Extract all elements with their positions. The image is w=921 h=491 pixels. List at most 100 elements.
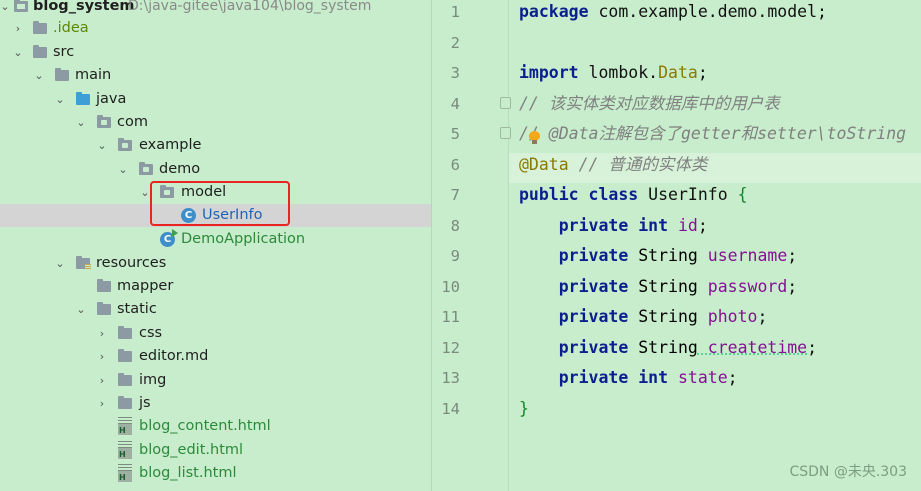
code-editor[interactable]: 1 2 3 4 5 6 7 8 9 10 11 12 13 14 package…: [431, 0, 921, 491]
line-number: 4: [450, 94, 460, 113]
spring-class-icon: C: [160, 229, 178, 247]
code-line-9[interactable]: private String username;: [509, 244, 921, 275]
project-path: D:\java-gitee\java104\blog_system: [128, 0, 372, 14]
code-line-8[interactable]: private int id;: [509, 214, 921, 245]
chevron-right-icon[interactable]: ›: [95, 392, 109, 415]
tree-item-mapper[interactable]: mapper: [0, 275, 431, 298]
comment: @Data注解包含了getter和setter\toString: [538, 124, 907, 143]
code-line-7[interactable]: public class UserInfo {: [509, 183, 921, 214]
code-line-1[interactable]: package com.example.demo.model;: [509, 0, 921, 31]
chevron-down-icon[interactable]: ⌄: [74, 298, 88, 321]
line-number-gutter: 1 2 3 4 5 6 7 8 9 10 11 12 13 14: [432, 0, 509, 491]
comment: // 该实体类对应数据库中的用户表: [519, 93, 780, 113]
code-line-13[interactable]: private int state;: [509, 366, 921, 397]
tree-item-js[interactable]: › js: [0, 392, 431, 415]
html-file-icon: H: [118, 464, 132, 482]
folder-icon: [118, 396, 132, 409]
chevron-right-icon[interactable]: ›: [95, 369, 109, 392]
line-number: 5: [450, 125, 460, 143]
tree-item-label: js: [139, 395, 151, 411]
class-name: UserInfo: [638, 185, 738, 204]
field-type: String: [628, 246, 698, 265]
chevron-down-icon[interactable]: ⌄: [95, 134, 109, 157]
tree-item-idea[interactable]: › .idea: [0, 17, 431, 40]
tree-item-label: java: [96, 91, 127, 107]
tree-item-img[interactable]: › img: [0, 369, 431, 392]
line-number: 3: [450, 64, 460, 82]
tree-item-blog-edit[interactable]: H blog_edit.html: [0, 439, 431, 462]
keyword: package: [519, 2, 589, 21]
tree-item-label: main: [75, 67, 112, 83]
tree-item-label: mapper: [117, 278, 174, 294]
chevron-down-icon[interactable]: ⌄: [53, 88, 67, 111]
folder-icon: [55, 68, 69, 81]
chevron-right-icon[interactable]: ›: [11, 17, 25, 40]
chevron-right-icon[interactable]: ›: [95, 322, 109, 345]
code-line-12[interactable]: private String createtime;: [509, 336, 921, 367]
tree-item-demo[interactable]: ⌄ demo: [0, 158, 431, 181]
tree-item-demoapplication[interactable]: C DemoApplication: [0, 228, 431, 251]
line-number: 7: [450, 186, 460, 204]
chevron-down-icon[interactable]: ⌄: [116, 158, 130, 181]
close-brace: }: [519, 398, 529, 418]
code-line-10[interactable]: private String password;: [509, 275, 921, 306]
package-name: com.example.demo.model;: [588, 2, 827, 21]
html-file-icon: H: [118, 417, 132, 435]
resources-folder-icon: [76, 256, 91, 270]
folder-icon: [118, 349, 132, 362]
tree-item-blog-system[interactable]: ⌄ blog_system D:\java-gitee\java104\blog…: [0, 0, 431, 18]
code-line-3[interactable]: import lombok.Data;: [509, 61, 921, 92]
line-number: 14: [441, 399, 460, 418]
field-name: username: [697, 246, 788, 265]
watermark: CSDN @未央.303: [789, 464, 907, 480]
tree-item-com[interactable]: ⌄ com: [0, 111, 431, 134]
keyword: private: [558, 246, 629, 265]
chevron-down-icon[interactable]: ⌄: [53, 252, 67, 275]
code-line-4[interactable]: // 该实体类对应数据库中的用户表: [509, 92, 921, 123]
line-number: 9: [450, 247, 460, 265]
tree-item-label: resources: [96, 255, 167, 271]
chevron-down-icon[interactable]: ⌄: [32, 64, 46, 87]
tree-item-resources[interactable]: ⌄ resources: [0, 252, 431, 275]
tree-item-main[interactable]: ⌄ main: [0, 64, 431, 87]
folder-icon: [97, 302, 111, 315]
code-line-11[interactable]: private String photo;: [509, 305, 921, 336]
tree-item-label: blog_edit.html: [139, 442, 244, 458]
field-name: password: [697, 276, 788, 296]
chevron-down-icon[interactable]: ⌄: [0, 0, 12, 18]
keyword: private: [558, 215, 629, 235]
field-name: photo: [697, 307, 758, 326]
code-line-5[interactable]: // @Data注解包含了getter和setter\toString: [509, 122, 921, 153]
tree-item-src[interactable]: ⌄ src: [0, 41, 431, 64]
tree-item-css[interactable]: › css: [0, 322, 431, 345]
tree-item-label: src: [53, 44, 75, 60]
tree-item-static[interactable]: ⌄ static: [0, 298, 431, 321]
keyword: import: [519, 63, 579, 82]
project-name: blog_system: [33, 0, 135, 14]
code-line-14[interactable]: }: [509, 397, 921, 428]
open-brace: {: [737, 185, 748, 204]
chevron-right-icon[interactable]: ›: [95, 345, 109, 368]
tree-item-java[interactable]: ⌄ java: [0, 88, 431, 111]
semicolon: ;: [807, 337, 818, 357]
lightbulb-icon[interactable]: [529, 131, 540, 144]
tree-item-label: img: [139, 372, 167, 388]
code-line-6[interactable]: @Data // 普通的实体类: [509, 152, 921, 183]
field-name: state: [668, 368, 728, 387]
semicolon: ;: [697, 215, 708, 235]
tree-item-example[interactable]: ⌄ example: [0, 134, 431, 157]
line-number: 11: [441, 308, 460, 326]
tree-item-label: editor.md: [139, 348, 209, 364]
tree-item-blog-content[interactable]: H blog_content.html: [0, 415, 431, 438]
package-icon: [139, 162, 153, 175]
comment: /: [519, 124, 529, 143]
semicolon: ;: [757, 307, 768, 326]
folder-icon: [118, 373, 132, 386]
chevron-down-icon[interactable]: ⌄: [11, 41, 25, 64]
tree-item-blog-list[interactable]: H blog_list.html: [0, 462, 431, 485]
chevron-down-icon[interactable]: ⌄: [74, 111, 88, 134]
tree-item-editor-md[interactable]: › editor.md: [0, 345, 431, 368]
semicolon: ;: [697, 63, 708, 82]
semicolon: ;: [787, 276, 798, 296]
line-number: 1: [450, 3, 460, 21]
